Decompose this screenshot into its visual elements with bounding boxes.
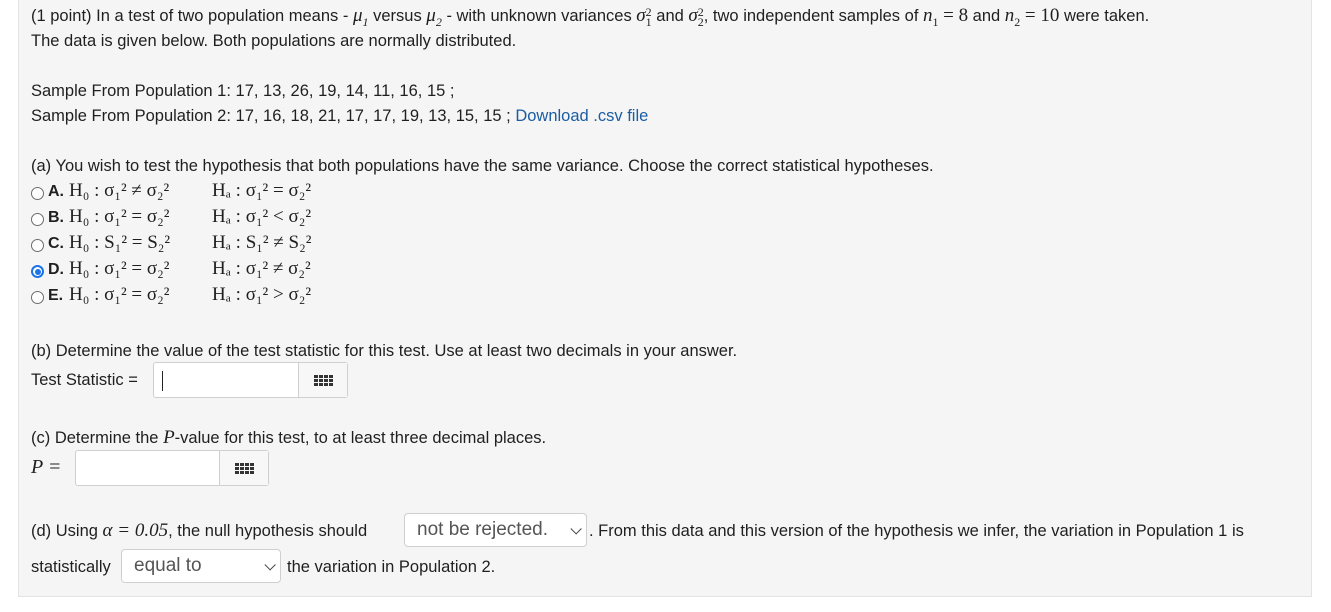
chevron-down-icon (570, 523, 582, 535)
option-h0: H₀ : σ₁² = σ₂² (69, 284, 170, 305)
mu2-symbol: μ2 (426, 5, 442, 29)
option-letter: D. (48, 261, 64, 278)
part-d-line-1: (d) Using α = 0.05, the null hypothesis … (31, 519, 367, 543)
and-text: and (656, 7, 684, 25)
sigma2-symbol: σ22 (688, 4, 704, 29)
option-ha: Hₐ : σ₁² > σ₂² (212, 284, 312, 305)
problem-panel: (1 point) In a test of two population me… (18, 0, 1312, 597)
test-statistic-label: Test Statistic = (31, 371, 138, 389)
part-d-line-2-post: the variation in Population 2. (287, 558, 496, 576)
keypad-icon (313, 374, 333, 386)
intro-text: In a test of two population means - (96, 7, 349, 25)
sigma1-symbol: σ21 (636, 4, 652, 29)
mu1-symbol: μ1 (352, 5, 369, 29)
rejection-select[interactable]: not be rejected. (404, 513, 587, 547)
points-label: (1 point) (31, 7, 92, 25)
p-value-input-group (75, 450, 269, 486)
option-h0: H₀ : σ₁² ≠ σ₂² (69, 180, 170, 201)
radio-e[interactable] (31, 291, 44, 304)
part-d-pre: (d) Using (31, 522, 98, 540)
n1-value: = 8 (943, 5, 969, 26)
rejection-select-value: not be rejected. (417, 519, 548, 540)
radio-a[interactable] (31, 187, 44, 200)
option-letter: E. (48, 287, 64, 304)
part-d-line-2-pre: statistically (31, 558, 111, 576)
part-c-post: -value for this test, to at least three … (174, 429, 547, 447)
p-symbol: P (163, 427, 175, 448)
sample-pop2-line: Sample From Population 2: 17, 16, 18, 21… (31, 104, 648, 128)
option-ha: Hₐ : σ₁² < σ₂² (212, 206, 312, 227)
alpha-value: α = 0.05 (102, 520, 169, 541)
test-statistic-input[interactable] (154, 363, 299, 397)
p-value-label: P = (31, 456, 62, 478)
n2-value: = 10 (1024, 5, 1060, 26)
part-b-question: (b) Determine the value of the test stat… (31, 342, 738, 360)
part-a-question: (a) You wish to test the hypothesis that… (31, 157, 934, 175)
option-letter: C. (48, 235, 64, 252)
keypad-icon (234, 462, 254, 474)
option-h0: H₀ : S₁² = S₂² (69, 232, 171, 253)
equation-editor-button-2[interactable] (220, 451, 268, 485)
equation-editor-button[interactable] (299, 363, 347, 397)
radio-b[interactable] (31, 213, 44, 226)
test-statistic-input-group (153, 362, 348, 398)
and-text-2: and (972, 7, 1001, 25)
option-ha: Hₐ : σ₁² ≠ σ₂² (212, 258, 311, 279)
option-h0: H₀ : σ₁² = σ₂² (69, 206, 170, 227)
option-letter: A. (48, 183, 64, 200)
variation-select[interactable]: equal to (121, 549, 281, 583)
part-d-post: . From this data and this version of the… (589, 522, 1244, 540)
taken-text: were taken. (1063, 7, 1150, 25)
versus-text: versus (373, 7, 422, 25)
text-caret (162, 371, 163, 391)
sample-pop1: Sample From Population 1: 17, 13, 26, 19… (31, 82, 455, 100)
sample-pop2: Sample From Population 2: 17, 16, 18, 21… (31, 107, 511, 125)
part-c-question: (c) Determine the P-value for this test,… (31, 426, 546, 450)
option-h0: H₀ : σ₁² = σ₂² (69, 258, 170, 279)
variation-select-value: equal to (134, 555, 202, 576)
intro-line-2: The data is given below. Both population… (31, 32, 517, 50)
n2-symbol: n2 (1004, 5, 1021, 29)
option-ha: Hₐ : σ₁² = σ₂² (212, 180, 312, 201)
option-letter: B. (48, 209, 64, 226)
n1-symbol: n1 (923, 5, 939, 29)
p-value-input[interactable] (76, 451, 220, 485)
radio-d[interactable] (31, 265, 44, 278)
variances-text: - with unknown variances (446, 7, 632, 25)
part-c-pre: (c) Determine the (31, 429, 159, 447)
samples-text: , two independent samples of (703, 7, 919, 25)
radio-c[interactable] (31, 239, 44, 252)
part-d-mid: , the null hypothesis should (168, 522, 368, 540)
chevron-down-icon (264, 559, 276, 571)
download-csv-link[interactable]: Download .csv file (515, 107, 648, 125)
option-ha: Hₐ : S₁² ≠ S₂² (212, 232, 312, 253)
